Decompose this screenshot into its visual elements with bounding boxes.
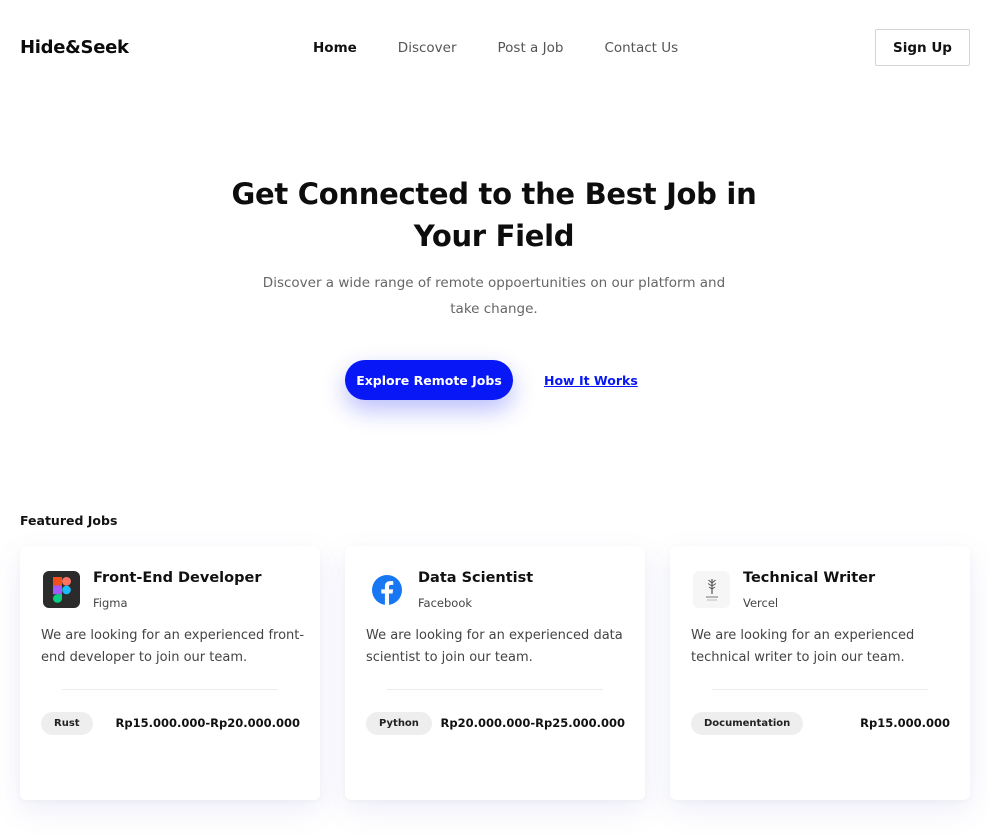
hero-title-section: Get Connected to the Best Job in Your Fi… xyxy=(0,173,988,257)
hero-subtitle: Discover a wide range of remote oppoertu… xyxy=(262,275,726,317)
job-card-technical-writer[interactable]: Technical Writer Vercel We are looking f… xyxy=(670,546,970,800)
nav-link-home[interactable]: Home xyxy=(313,40,357,56)
hero-title: Get Connected to the Best Job in Your Fi… xyxy=(231,177,757,253)
company-name: Vercel xyxy=(743,596,779,610)
hero-cta-row: Explore Remote Jobs How It Works xyxy=(345,360,638,400)
skill-tag[interactable]: Documentation xyxy=(691,712,804,735)
job-description: We are looking for an experienced data s… xyxy=(366,628,623,665)
salary-range: Rp20.000.000-Rp25.000.000 xyxy=(440,716,625,730)
explore-remote-jobs-button[interactable]: Explore Remote Jobs xyxy=(345,360,513,400)
salary-range: Rp15.000.000-Rp20.000.000 xyxy=(115,716,300,730)
job-title[interactable]: Data Scientist xyxy=(418,570,533,586)
job-card-data-scientist[interactable]: Data Scientist Facebook We are looking f… xyxy=(345,546,645,800)
company-name: Facebook xyxy=(418,596,473,610)
brand-logo[interactable]: Hide&Seek xyxy=(20,37,129,58)
company-name: Figma xyxy=(93,596,128,610)
top-navbar: Hide&Seek Home Discover Post a Job Conta… xyxy=(20,29,970,66)
card-divider xyxy=(62,689,278,690)
featured-jobs-list: Front-End Developer Figma We are looking… xyxy=(20,546,970,800)
job-title[interactable]: Front-End Developer xyxy=(93,570,261,586)
nav-link-discover[interactable]: Discover xyxy=(398,40,457,56)
featured-jobs-heading: Featured Jobs xyxy=(20,513,118,528)
job-description: We are looking for an experienced techni… xyxy=(691,628,915,665)
figma-icon xyxy=(43,571,80,608)
landing-page: Hide&Seek Home Discover Post a Job Conta… xyxy=(0,0,988,834)
job-title[interactable]: Technical Writer xyxy=(743,570,875,586)
vercel-logo-icon xyxy=(693,571,730,608)
skill-tag[interactable]: Rust xyxy=(41,712,93,735)
card-divider xyxy=(712,689,928,690)
job-card-front-end-developer[interactable]: Front-End Developer Figma We are looking… xyxy=(20,546,320,800)
hero-subtitle-section: Discover a wide range of remote oppoertu… xyxy=(0,270,988,322)
job-description: We are looking for an experienced front-… xyxy=(41,628,305,665)
nav-link-contact[interactable]: Contact Us xyxy=(604,40,678,56)
skill-tag[interactable]: Python xyxy=(366,712,432,735)
nav-link-post-job[interactable]: Post a Job xyxy=(498,40,564,56)
salary-range: Rp15.000.000 xyxy=(860,716,950,730)
signup-button[interactable]: Sign Up xyxy=(875,29,970,66)
card-divider xyxy=(387,689,603,690)
nav-links: Home Discover Post a Job Contact Us xyxy=(313,29,678,66)
facebook-icon xyxy=(368,571,405,608)
how-it-works-link[interactable]: How It Works xyxy=(544,373,638,388)
